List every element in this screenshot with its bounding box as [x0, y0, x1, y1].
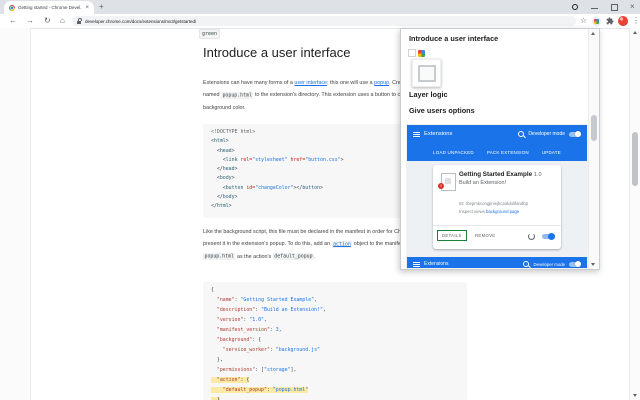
- titlebar: Getting started - Chrome Devel... × + ×: [0, 0, 640, 14]
- chrome-favicon-icon: [9, 4, 15, 11]
- main-scrollbar[interactable]: [629, 28, 640, 400]
- search-icon: [523, 261, 530, 267]
- thumb-toolbar-box: [408, 49, 416, 57]
- extensions-body: ! Getting Started Example 1.0 Build an E…: [407, 161, 587, 255]
- reload-extension-icon: [528, 233, 535, 240]
- remove-button: REMOVE: [475, 233, 496, 238]
- menu-dots-icon[interactable]: ⋮: [632, 16, 640, 26]
- extensions-page-screenshot-partial: Extensions Developer mode: [407, 257, 587, 268]
- developer-mode-label: Developer mode: [528, 131, 565, 137]
- window-close-button[interactable]: ×: [630, 2, 635, 11]
- popup-preview-image: ⋮: [408, 48, 462, 90]
- details-button-highlighted: DETAILS: [437, 230, 467, 241]
- thumb-overflow-icon: ⋮: [427, 50, 432, 56]
- extension-placeholder-icon: [441, 173, 456, 191]
- browser-window: Getting started - Chrome Devel... × + × …: [0, 0, 640, 400]
- update-button: UPDATE: [541, 149, 561, 155]
- thumb-extension-icon: [418, 49, 425, 57]
- extension-card: ! Getting Started Example 1.0 Build an E…: [433, 165, 561, 249]
- page-title: Introduce a user interface: [203, 45, 351, 60]
- window-maximize-button[interactable]: [611, 4, 618, 11]
- developer-mode-toggle: [569, 261, 581, 267]
- load-unpacked-button: LOAD UNPACKED: [433, 149, 474, 155]
- error-badge-icon: !: [438, 183, 444, 189]
- panel-scrollbar-thumb[interactable]: [590, 115, 597, 141]
- developer-mode-toggle: [569, 131, 581, 137]
- extension-description: Build an Extension!: [459, 180, 507, 186]
- docs-side-panel: Introduce a user interface ⋮ Layer logic…: [400, 28, 600, 270]
- panel-scrollbar[interactable]: [588, 29, 599, 269]
- inline-code-green: green: [199, 29, 221, 39]
- hamburger-menu-icon: [413, 261, 420, 267]
- extensions-title: Extensions: [424, 261, 449, 267]
- thumb-button: [417, 64, 436, 82]
- status-ring-icon: [572, 4, 578, 10]
- forward-icon[interactable]: →: [26, 16, 34, 26]
- toc-item-layer-logic[interactable]: Layer logic: [409, 90, 448, 99]
- scroll-down-arrow-icon[interactable]: [632, 394, 637, 397]
- tab-title: Getting started - Chrome Devel...: [18, 5, 83, 10]
- bookmark-star-icon[interactable]: ☆: [580, 16, 587, 26]
- url-text: developer.chrome.com/docs/extensions/mv3…: [85, 18, 197, 24]
- window-minimize-button[interactable]: [591, 8, 598, 9]
- extension-version: 1.0: [533, 172, 542, 178]
- main-scrollbar-thumb[interactable]: [632, 132, 638, 186]
- browser-tab[interactable]: Getting started - Chrome Devel... ×: [4, 1, 94, 14]
- extensions-header: Extensions Developer mode LOAD UNPACKED …: [407, 125, 587, 161]
- toc-item-give-users-options[interactable]: Give users options: [409, 106, 475, 115]
- address-bar[interactable]: developer.chrome.com/docs/extensions/mv3…: [72, 16, 576, 26]
- extension-name: Getting Started Example 1.0: [459, 171, 542, 178]
- extensions-puzzle-icon[interactable]: [606, 17, 614, 28]
- paragraph-2: Like the background script, this file mu…: [203, 229, 425, 261]
- toc-heading[interactable]: Introduce a user interface: [409, 34, 498, 43]
- pinned-extension-icon[interactable]: [592, 17, 601, 26]
- page-left-rail: [0, 28, 31, 400]
- search-icon: [518, 131, 525, 137]
- tab-close-icon[interactable]: ×: [85, 5, 89, 11]
- extensions-title: Extensions: [424, 131, 453, 137]
- extension-id: ID: rbepmkcongjiniejbceiddolifandbp: [459, 201, 529, 206]
- browser-toolbar: ← → ↻ ⌂ developer.chrome.com/docs/extens…: [0, 14, 640, 29]
- back-icon[interactable]: ←: [9, 16, 17, 26]
- card-divider: [433, 225, 561, 226]
- extension-enabled-toggle: [542, 233, 555, 240]
- reload-icon[interactable]: ↻: [44, 16, 51, 26]
- extensions-page-screenshot: Extensions Developer mode LOAD UNPACKED …: [407, 125, 587, 255]
- home-icon[interactable]: ⌂: [60, 16, 65, 26]
- scroll-up-arrow-icon[interactable]: [591, 32, 595, 35]
- hamburger-menu-icon: [413, 131, 420, 137]
- code-block-manifest: { "name": "Getting Started Example", "de…: [203, 282, 467, 400]
- inspect-views-line: Inspect views background page: [459, 209, 520, 214]
- thumb-popup-window: [412, 59, 441, 87]
- scroll-up-arrow-icon[interactable]: [632, 31, 637, 34]
- background-page-link: background page: [486, 209, 520, 214]
- developer-mode-label: Developer mode: [533, 261, 565, 267]
- scroll-down-arrow-icon[interactable]: [591, 263, 595, 266]
- secure-lock-icon: [77, 18, 82, 24]
- profile-avatar[interactable]: [618, 16, 628, 26]
- new-tab-button[interactable]: +: [99, 2, 104, 11]
- pack-extension-button: PACK EXTENSION: [486, 149, 529, 155]
